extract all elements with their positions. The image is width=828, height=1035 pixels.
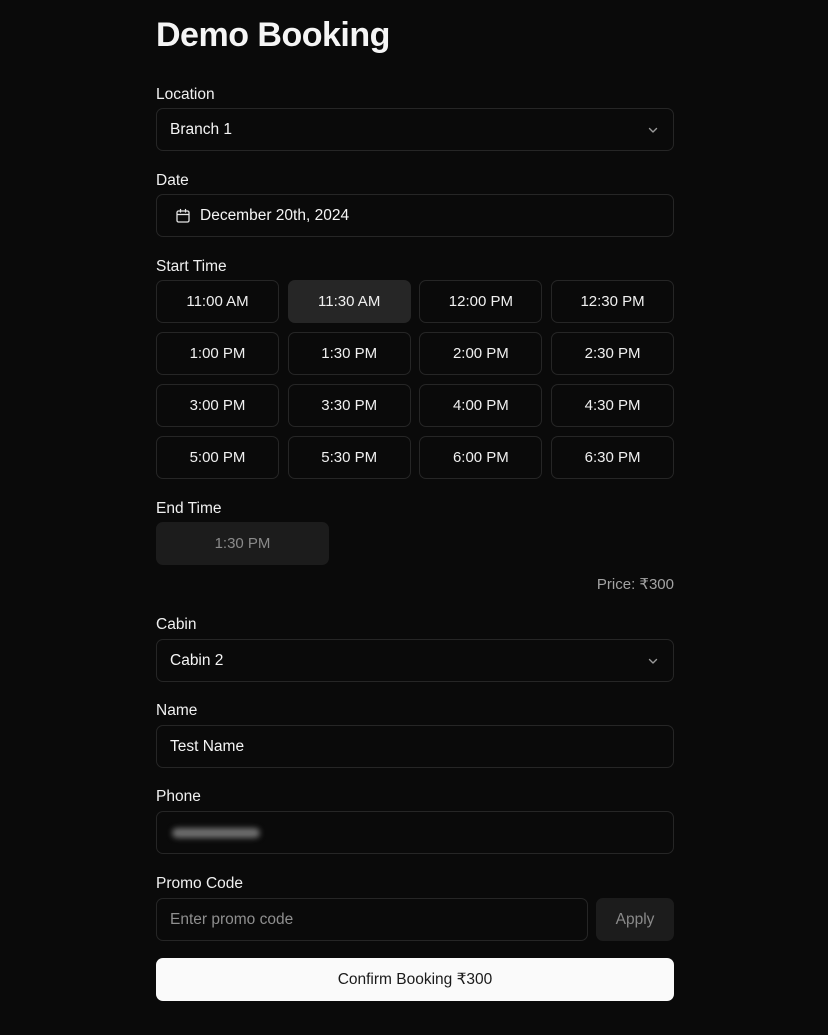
location-label: Location bbox=[156, 86, 215, 103]
time-slot[interactable]: 2:30 PM bbox=[551, 332, 675, 375]
date-label: Date bbox=[156, 172, 189, 189]
page-title: Demo Booking bbox=[156, 16, 390, 54]
start-time-grid: 11:00 AM 11:30 AM 12:00 PM 12:30 PM 1:00… bbox=[156, 280, 675, 479]
time-slot[interactable]: 6:30 PM bbox=[551, 436, 675, 479]
phone-value-redacted bbox=[172, 827, 260, 838]
name-input[interactable]: Test Name bbox=[156, 725, 674, 768]
promo-label: Promo Code bbox=[156, 875, 244, 892]
chevron-down-icon bbox=[646, 123, 660, 137]
date-picker[interactable]: December 20th, 2024 bbox=[156, 194, 674, 237]
time-slot[interactable]: 5:30 PM bbox=[287, 436, 411, 479]
end-time-label: End Time bbox=[156, 500, 222, 517]
time-slot[interactable]: 12:30 PM bbox=[551, 280, 675, 323]
cabin-select[interactable]: Cabin 2 bbox=[156, 639, 674, 682]
cabin-value: Cabin 2 bbox=[170, 651, 224, 669]
cabin-label: Cabin bbox=[156, 616, 197, 633]
time-slot[interactable]: 6:00 PM bbox=[419, 436, 543, 479]
name-label: Name bbox=[156, 702, 198, 719]
calendar-icon bbox=[175, 208, 191, 224]
time-slot[interactable]: 3:00 PM bbox=[156, 384, 279, 427]
time-slot[interactable]: 5:00 PM bbox=[156, 436, 279, 479]
time-slot[interactable]: 2:00 PM bbox=[419, 332, 543, 375]
time-slot[interactable]: 1:30 PM bbox=[287, 332, 411, 375]
time-slot[interactable]: 4:30 PM bbox=[551, 384, 675, 427]
time-slot[interactable]: 11:00 AM bbox=[156, 280, 279, 323]
confirm-booking-button[interactable]: Confirm Booking ₹300 bbox=[156, 958, 674, 1001]
location-value: Branch 1 bbox=[170, 120, 233, 138]
time-slot[interactable]: 3:30 PM bbox=[287, 384, 411, 427]
apply-promo-button[interactable]: Apply bbox=[596, 898, 674, 941]
location-select[interactable]: Branch 1 bbox=[156, 108, 674, 151]
time-slot[interactable]: 12:00 PM bbox=[419, 280, 543, 323]
promo-code-input[interactable] bbox=[156, 898, 588, 941]
price-text: Price: ₹300 bbox=[596, 576, 674, 593]
name-value: Test Name bbox=[170, 737, 245, 755]
time-slot[interactable]: 1:00 PM bbox=[156, 332, 279, 375]
chevron-down-icon bbox=[646, 654, 660, 668]
time-slot-selected[interactable]: 11:30 AM bbox=[287, 280, 411, 323]
phone-label: Phone bbox=[156, 788, 201, 805]
time-slot[interactable]: 4:00 PM bbox=[419, 384, 543, 427]
end-time-value: 1:30 PM bbox=[156, 522, 329, 565]
phone-input[interactable] bbox=[156, 811, 674, 854]
date-value: December 20th, 2024 bbox=[200, 206, 350, 224]
start-time-label: Start Time bbox=[156, 258, 227, 275]
